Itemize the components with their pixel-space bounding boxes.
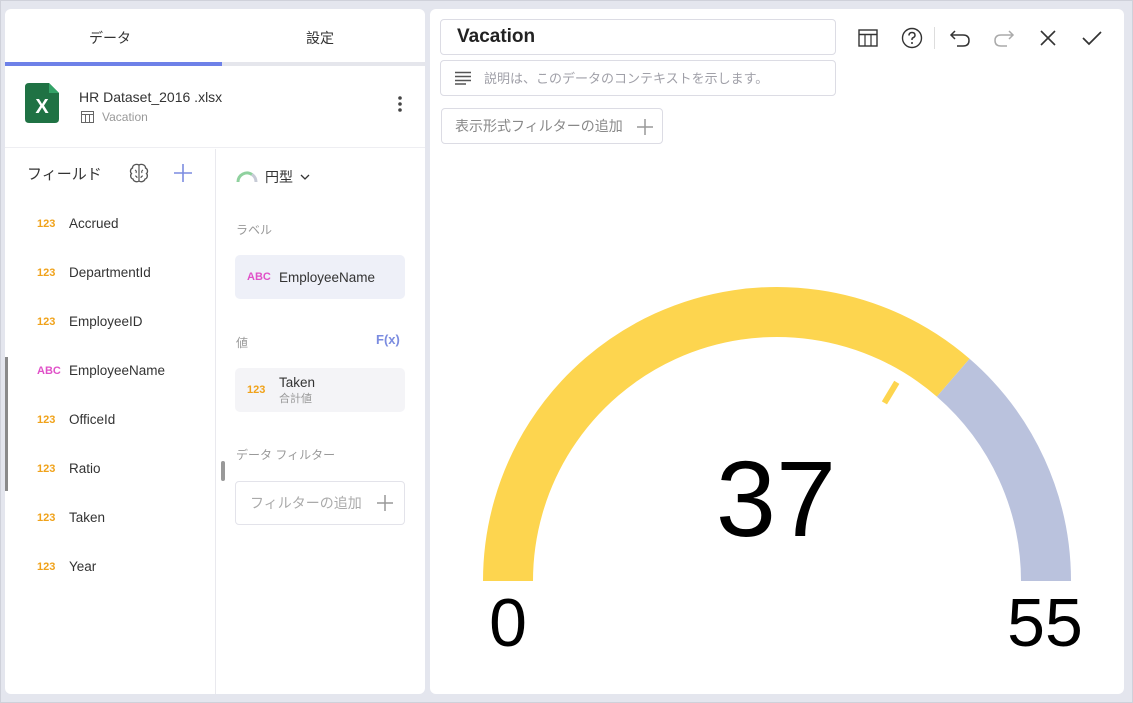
redo-icon [994, 30, 1015, 47]
check-icon [1082, 31, 1102, 46]
confirm-button[interactable] [1079, 25, 1105, 51]
gauge-min-label: 0 [489, 585, 527, 661]
field-name: EmployeeName [69, 363, 166, 378]
field-name: Taken [69, 510, 106, 525]
value-section-title: 値 [236, 336, 249, 350]
label-field-name: EmployeeName [279, 269, 376, 285]
tab-data[interactable]: データ [5, 9, 215, 66]
redo-button[interactable] [991, 25, 1017, 51]
undo-icon [949, 30, 970, 47]
undo-button[interactable] [947, 25, 973, 51]
field-item-taken[interactable]: 123 Taken [5, 493, 215, 542]
value-aggregation: 合計値 [279, 392, 312, 405]
gauge-value-marker [881, 380, 900, 405]
datasource-row[interactable]: X HR Dataset_2016 .xlsx Vacation [5, 66, 425, 148]
formula-button[interactable]: F(x) [376, 332, 400, 347]
gauge-value-label: 37 [715, 438, 837, 559]
gauge-max-label: 55 [1007, 585, 1083, 661]
gauge-type-icon [236, 171, 258, 183]
numeric-type-badge: 123 [37, 511, 56, 524]
field-name: DepartmentId [69, 265, 151, 280]
config-column: 円型 ラベル ABC EmployeeName 値 F(x) 123 Taken… [216, 149, 425, 694]
numeric-type-badge: 123 [37, 266, 56, 279]
description-input[interactable] [484, 61, 829, 95]
numeric-type-badge: 123 [37, 560, 56, 573]
text-type-badge: ABC [37, 364, 61, 377]
field-name: EmployeeID [69, 314, 143, 329]
brain-icon[interactable] [128, 162, 150, 184]
field-item-ratio[interactable]: 123 Ratio [5, 444, 215, 493]
viz-type-label: 円型 [265, 169, 293, 185]
panel-edge-scrollbar[interactable] [5, 357, 8, 491]
field-list: 123 Accrued 123 DepartmentId 123 EmployeeID… [5, 199, 215, 591]
add-filter-label: フィルターの追加 [250, 495, 362, 511]
datasource-file-name: HR Dataset_2016 .xlsx [79, 89, 223, 105]
panel-tabs: データ 設定 [5, 9, 425, 66]
numeric-type-badge: 123 [37, 462, 56, 475]
fields-title: フィールド [27, 166, 102, 183]
gauge-secondary-band [936, 358, 1071, 582]
datasource-sheet-name: Vacation [102, 110, 148, 124]
table-icon [858, 29, 878, 47]
field-name: Year [69, 559, 97, 574]
field-item-employeename[interactable]: ABC EmployeeName [5, 346, 215, 395]
toolbar-separator [934, 27, 935, 49]
description-field[interactable] [440, 60, 836, 96]
table-view-button[interactable] [855, 25, 881, 51]
add-visual-filter-label: 表示形式フィルターの追加 [455, 118, 623, 134]
numeric-type-badge: 123 [37, 413, 56, 426]
close-button[interactable] [1035, 25, 1061, 51]
add-filter-button[interactable]: フィルターの追加 [235, 481, 405, 525]
help-button[interactable] [899, 25, 925, 51]
numeric-type-badge: 123 [247, 384, 266, 396]
value-field-chip[interactable]: 123 Taken 合計値 [235, 368, 405, 412]
text-type-badge: ABC [247, 271, 271, 283]
numeric-type-badge: 123 [37, 315, 56, 328]
fields-column: フィールド 123 Accrued 123 DepartmentId 123 Empl… [5, 149, 216, 694]
value-field-name: Taken [279, 374, 316, 390]
filter-section-title: データ フィルター [236, 448, 336, 462]
plus-icon [637, 119, 653, 135]
value-field-text: Taken 合計値 [279, 375, 315, 406]
datasource-sheet: Vacation [81, 110, 148, 124]
visualization-editor: 表示形式フィルターの追加 [430, 9, 1124, 694]
add-visual-filter-button[interactable]: 表示形式フィルターの追加 [441, 108, 663, 144]
table-small-icon [81, 111, 94, 123]
field-name: Accrued [69, 216, 119, 231]
more-vert-icon[interactable] [391, 92, 409, 116]
data-panel: データ 設定 X HR Dataset_2016 .xlsx Vacation … [5, 9, 425, 694]
field-name: OfficeId [69, 412, 116, 427]
field-item-employeeid[interactable]: 123 EmployeeID [5, 297, 215, 346]
description-lines-icon [455, 71, 471, 85]
excel-icon: X [25, 83, 59, 123]
chevron-down-icon [300, 174, 310, 180]
tab-settings[interactable]: 設定 [215, 9, 425, 66]
field-name: Ratio [69, 461, 101, 476]
field-item-officeid[interactable]: 123 OfficeId [5, 395, 215, 444]
help-icon [901, 27, 923, 49]
close-icon [1040, 30, 1056, 46]
numeric-type-badge: 123 [37, 217, 56, 230]
field-item-departmentid[interactable]: 123 DepartmentId [5, 248, 215, 297]
visualization-title-input[interactable] [440, 19, 836, 55]
label-section-title: ラベル [236, 223, 273, 237]
column-resize-handle[interactable] [221, 461, 225, 481]
add-field-icon[interactable] [172, 162, 194, 184]
label-field-chip[interactable]: ABC EmployeeName [235, 255, 405, 299]
svg-text:X: X [35, 96, 49, 118]
fields-header: フィールド [5, 149, 215, 199]
plus-icon [377, 495, 393, 511]
field-item-accrued[interactable]: 123 Accrued [5, 199, 215, 248]
field-item-year[interactable]: 123 Year [5, 542, 215, 591]
viz-type-picker[interactable]: 円型 [236, 167, 310, 187]
